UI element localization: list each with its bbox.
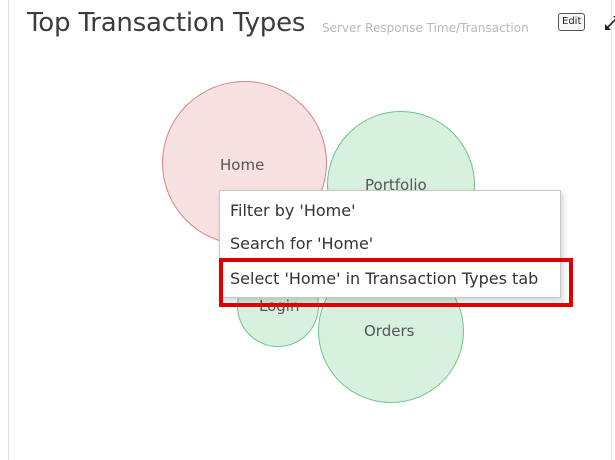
bubble-label-home: Home — [220, 156, 265, 174]
panel-title: Top Transaction Types — [27, 8, 306, 38]
menu-item-search-for-home[interactable]: Search for 'Home' — [230, 234, 373, 253]
edit-button[interactable]: Edit — [558, 13, 586, 31]
bubble-label-orders: Orders — [364, 322, 415, 340]
highlight-box — [219, 258, 573, 307]
menu-item-filter-by-home[interactable]: Filter by 'Home' — [230, 201, 355, 220]
panel-subtitle: Server Response Time/Transaction — [322, 21, 529, 35]
expand-icon[interactable] — [602, 13, 615, 33]
